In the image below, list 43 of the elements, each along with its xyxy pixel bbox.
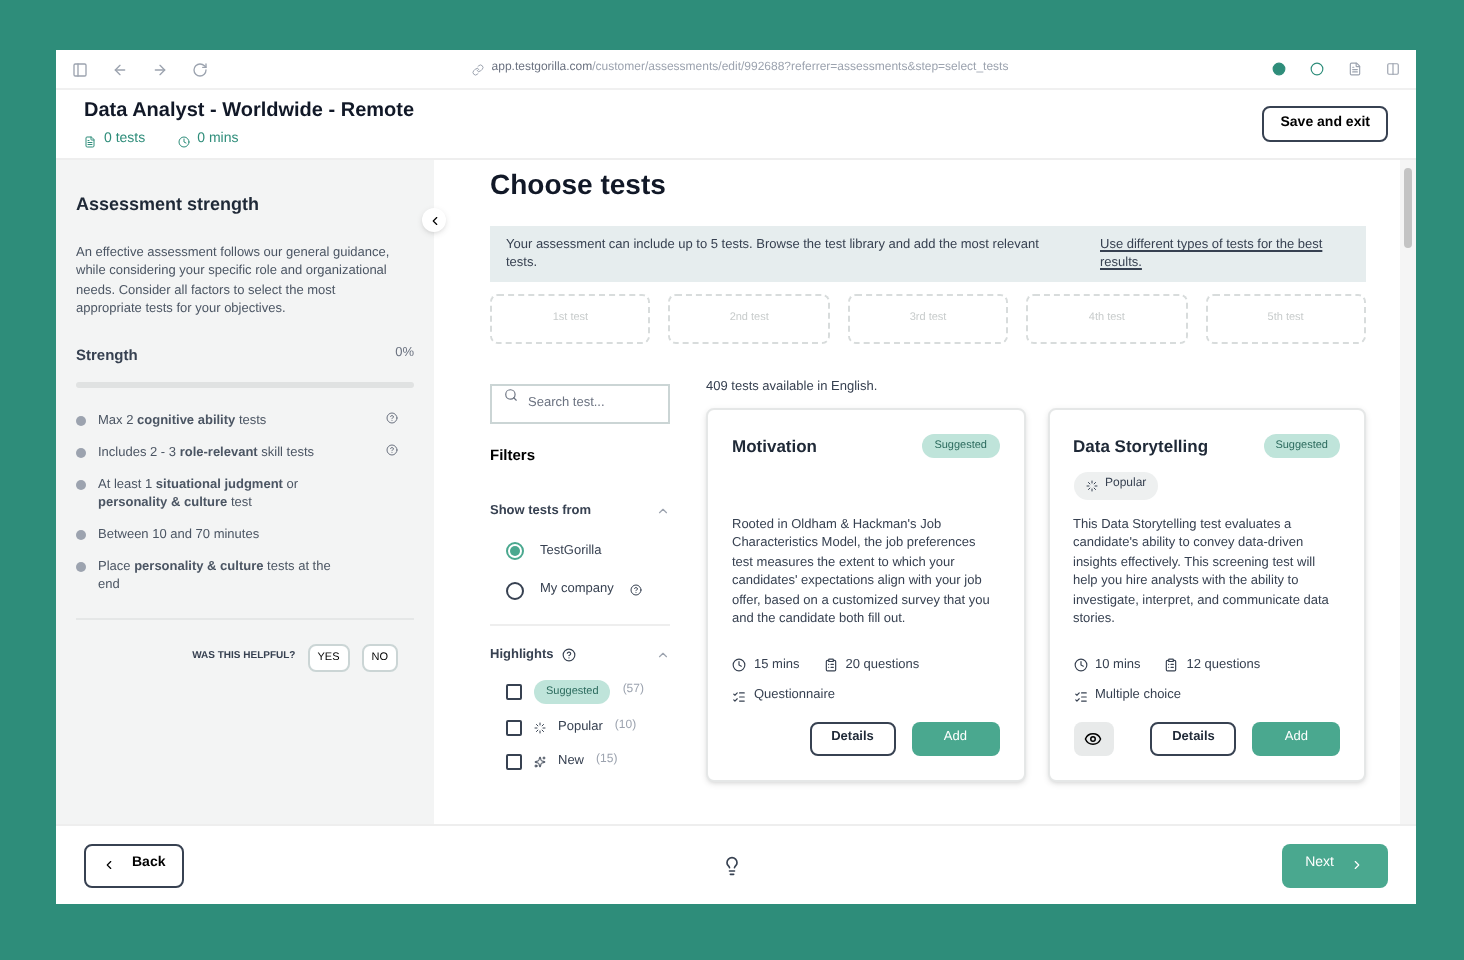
chevron-left-icon bbox=[427, 213, 441, 227]
extension-icon[interactable] bbox=[1348, 62, 1362, 76]
document-icon bbox=[84, 135, 96, 147]
clipboard-icon bbox=[823, 657, 838, 672]
chevron-up-icon[interactable] bbox=[656, 648, 670, 663]
reload-icon[interactable] bbox=[192, 61, 208, 77]
chevron-up-icon[interactable] bbox=[656, 504, 670, 519]
spinner-icon bbox=[534, 721, 546, 734]
list-icon bbox=[1073, 689, 1087, 704]
checkbox[interactable] bbox=[506, 753, 522, 770]
chevron-right-icon bbox=[1349, 858, 1364, 872]
back-arrow-icon[interactable] bbox=[112, 61, 128, 77]
sidebar-toggle-icon[interactable] bbox=[72, 61, 88, 77]
card-title: Motivation bbox=[732, 433, 817, 459]
radio-button[interactable] bbox=[506, 581, 524, 600]
preview-button[interactable] bbox=[1073, 721, 1113, 756]
page-heading: Choose tests bbox=[490, 166, 668, 204]
link-icon bbox=[471, 63, 484, 75]
extension-icon[interactable] bbox=[1272, 62, 1286, 76]
lightbulb-icon[interactable] bbox=[722, 855, 743, 875]
timer-icon bbox=[177, 135, 190, 147]
spinner-icon bbox=[1085, 479, 1097, 491]
clock-icon bbox=[732, 657, 746, 672]
sparkle-icon bbox=[534, 755, 546, 768]
extension-icon[interactable] bbox=[1310, 62, 1324, 76]
forward-arrow-icon[interactable] bbox=[152, 61, 168, 77]
clock-icon bbox=[1073, 657, 1087, 672]
eye-icon bbox=[1084, 729, 1102, 748]
collapse-button[interactable] bbox=[422, 208, 446, 232]
checkbox[interactable] bbox=[506, 683, 522, 700]
scrollbar[interactable] bbox=[1400, 160, 1416, 824]
sidebar-title: Assessment strength bbox=[76, 192, 262, 218]
help-icon[interactable] bbox=[629, 584, 642, 597]
clipboard-icon bbox=[1164, 657, 1179, 672]
help-icon[interactable] bbox=[561, 648, 576, 663]
split-view-icon[interactable] bbox=[1386, 62, 1400, 76]
card-title: Data Storytelling bbox=[1073, 433, 1209, 459]
list-icon bbox=[732, 689, 746, 704]
chevron-left-icon bbox=[102, 858, 116, 872]
assessment-title: Data Analyst - Worldwide - Remote bbox=[84, 98, 415, 127]
radio-button[interactable] bbox=[506, 541, 524, 560]
search-icon bbox=[504, 387, 518, 401]
checkbox[interactable] bbox=[506, 719, 522, 736]
